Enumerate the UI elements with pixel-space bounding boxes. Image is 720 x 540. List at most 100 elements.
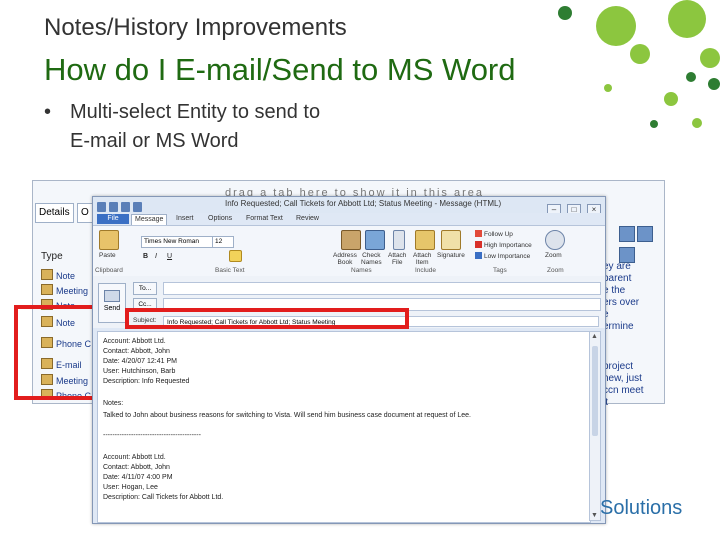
body-line: Description: Info Requested [103,378,190,385]
send-button[interactable]: Send [98,283,126,323]
bullet-line-1: Multi-select Entity to send to [70,101,321,123]
tab-review[interactable]: Review [293,214,322,224]
zoom-group-label: Zoom [547,267,564,274]
paste-button[interactable]: Paste [99,252,116,259]
high-importance-button[interactable]: High Importance [475,241,532,249]
body-line: Account: Abbott Ltd. [103,454,166,461]
message-body[interactable]: Account: Abbott Ltd. Contact: Abbott, Jo… [97,331,591,523]
address-book-icon[interactable] [341,230,361,250]
meeting-icon [41,284,53,295]
side-text-line: parent [603,273,632,284]
vertical-scrollbar[interactable]: ▲ ▼ [589,331,601,521]
side-text-line: ers over [603,297,640,308]
tags-group-label: Tags [493,267,507,274]
high-importance-label: High Importance [484,242,532,249]
window-title: Info Requested; Call Tickets for Abbott … [225,199,502,208]
exclamation-icon [475,241,482,248]
decor-dot [604,84,612,92]
attach-item-icon[interactable] [415,230,435,250]
check-icon[interactable] [619,226,635,242]
body-line: Description: Call Tickets for Abbott Ltd… [103,494,224,501]
body-line: User: Hogan, Lee [103,484,158,491]
scroll-down-icon[interactable]: ▼ [591,512,598,519]
side-text-line: e [603,309,639,321]
row-label: Meeting [56,286,89,296]
slide-title: How do I E-mail/Send to MS Word [44,52,516,87]
font-name-field[interactable]: Times New Roman [141,236,213,248]
decor-dot [664,92,678,106]
list-item[interactable]: Note [41,269,75,281]
check-names-button[interactable]: Check Names [361,252,382,266]
include-group-label: Include [415,267,436,274]
decor-dot [668,0,706,38]
slide-subtitle: Notes/History Improvements [44,14,347,41]
tab-options[interactable]: Options [205,214,235,224]
tab-other[interactable]: O [77,203,93,223]
follow-up-button[interactable]: Follow Up [475,230,513,238]
body-line: Date: 4/20/07 12:41 PM [103,358,177,365]
low-importance-label: Low Importance [484,253,531,260]
tab-file[interactable]: File [97,214,129,224]
italic-button[interactable]: I [155,253,157,260]
list-item[interactable]: Meeting [41,284,88,296]
note-icon [41,269,53,280]
outlook-icon [97,202,106,212]
scroll-thumb[interactable] [592,346,598,436]
side-text: project new, just ccn meet it [603,361,644,409]
paste-icon[interactable] [99,230,119,250]
side-text-line: ermine [603,321,634,332]
decor-dot [686,72,696,82]
basic-text-group-label: Basic Text [215,267,245,274]
side-text: ey are parent e the ers over e ermine [603,261,639,333]
body-line: User: Hutchinson, Barb [103,368,176,375]
body-line: Contact: Abbott, John [103,464,170,471]
attach-item-button[interactable]: Attach Item [413,252,431,266]
zoom-icon[interactable] [545,230,565,250]
company-logo-text: Solutions [600,497,683,519]
signature-button[interactable]: Signature [437,252,465,259]
bullet-line-2: E-mail or MS Word [70,130,239,152]
save-icon[interactable] [109,202,118,212]
side-text-line: ey are [603,261,631,272]
low-importance-button[interactable]: Low Importance [475,252,530,260]
check-icon[interactable] [637,226,653,242]
side-text-line: new, just [603,373,642,384]
to-button[interactable]: To... [133,282,157,295]
body-line: Contact: Abbott, John [103,348,170,355]
side-text-line: ccn meet [603,385,644,396]
row-label: Note [56,271,76,281]
align-left-icon[interactable] [229,250,242,262]
underline-button[interactable]: U [167,253,172,260]
names-group-label: Names [351,267,372,274]
bold-button[interactable]: B [143,253,148,260]
check-names-icon[interactable] [365,230,385,250]
follow-up-label: Follow Up [484,231,513,238]
title-bar[interactable]: Info Requested; Call Tickets for Abbott … [93,197,605,216]
body-line: Account: Abbott Ltd. [103,338,166,345]
body-line: Date: 4/11/07 4:00 PM [103,474,173,481]
bullet-symbol: • [44,101,52,123]
send-label: Send [103,305,121,312]
attach-file-button[interactable]: Attach File [388,252,406,266]
decor-dot [630,44,650,64]
tab-insert[interactable]: Insert [173,214,197,224]
decor-dot [558,6,572,20]
body-line: Talked to John about business reasons fo… [103,412,471,419]
ribbon-tabs: File Message Insert Options Format Text … [93,213,605,225]
redo-icon[interactable] [133,202,142,212]
body-separator: ----------------------------------------… [103,432,201,439]
to-field[interactable] [163,282,601,295]
tab-message[interactable]: Message [131,214,168,225]
type-column-header[interactable]: Type [41,251,63,262]
subject-highlight [125,308,409,329]
flag-icon [475,230,482,237]
undo-icon[interactable] [121,202,130,212]
signature-icon[interactable] [441,230,461,250]
tab-details[interactable]: Details [35,203,74,223]
scroll-up-icon[interactable]: ▲ [591,333,598,340]
attach-file-icon[interactable] [393,230,405,250]
address-book-button[interactable]: Address Book [333,252,357,266]
zoom-button[interactable]: Zoom [545,252,562,259]
tab-format-text[interactable]: Format Text [243,214,286,224]
font-size-field[interactable]: 12 [212,236,234,248]
